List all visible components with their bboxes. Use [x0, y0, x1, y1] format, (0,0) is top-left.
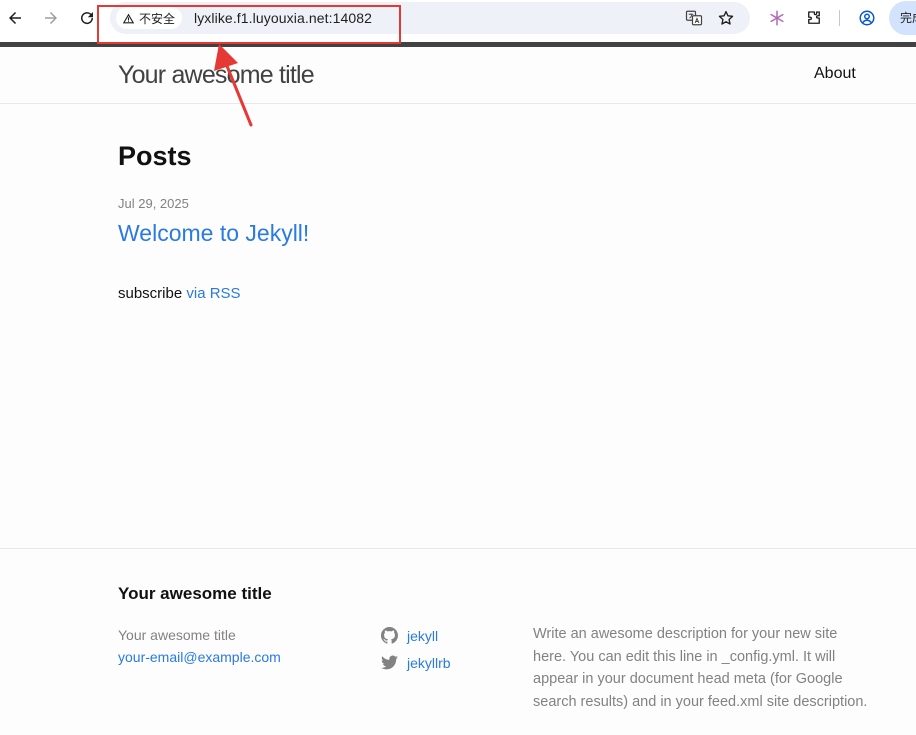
- site-title-link[interactable]: Your awesome title: [118, 61, 315, 90]
- snowflake-icon: [770, 10, 784, 26]
- extension-snowflake-button[interactable]: [766, 7, 788, 29]
- reload-button[interactable]: [76, 7, 98, 29]
- subscribe-text: subscribe: [118, 285, 183, 302]
- site-header: Your awesome title About: [0, 47, 916, 104]
- star-icon: [718, 10, 734, 25]
- site-footer: Your awesome title Your awesome title yo…: [0, 548, 916, 735]
- translate-button[interactable]: [684, 8, 704, 28]
- rss-subscribe: subscribe via RSS: [118, 285, 241, 302]
- github-icon: [381, 627, 398, 644]
- rss-link[interactable]: via RSS: [186, 285, 240, 302]
- post-title-link[interactable]: Welcome to Jekyll!: [118, 220, 309, 247]
- page-heading: Posts: [118, 141, 192, 171]
- footer-site-name: Your awesome title: [118, 627, 236, 643]
- footer-contact: Your awesome title your-email@example.co…: [118, 624, 281, 668]
- social-github[interactable]: jekyll: [381, 622, 451, 649]
- footer-social: jekyll jekyllrb: [381, 622, 451, 676]
- annotation-highlight-box: [97, 5, 401, 44]
- puzzle-icon: [808, 11, 820, 24]
- translate-icon: [685, 10, 703, 26]
- profile-button[interactable]: [856, 7, 878, 29]
- github-link[interactable]: jekyll: [407, 628, 438, 644]
- back-button[interactable]: [4, 7, 26, 29]
- twitter-icon: [381, 655, 398, 670]
- post-date: Jul 29, 2025: [118, 196, 189, 211]
- social-twitter[interactable]: jekyllrb: [381, 649, 451, 676]
- profile-status-pill[interactable]: 完成: [889, 1, 916, 35]
- forward-arrow-icon: [45, 12, 57, 24]
- footer-email-link[interactable]: your-email@example.com: [118, 646, 281, 668]
- reload-icon: [81, 12, 94, 25]
- twitter-link[interactable]: jekyllrb: [407, 655, 451, 671]
- nav-about-link[interactable]: About: [814, 65, 856, 83]
- account-circle-icon: [859, 10, 875, 26]
- extensions-button[interactable]: [803, 7, 825, 29]
- site-description: Write an awesome description for your ne…: [533, 626, 868, 710]
- footer-heading: Your awesome title: [118, 584, 272, 603]
- forward-button[interactable]: [40, 7, 62, 29]
- toolbar-separator: [839, 10, 840, 26]
- back-arrow-icon: [9, 12, 21, 24]
- bookmark-star-button[interactable]: [716, 8, 736, 28]
